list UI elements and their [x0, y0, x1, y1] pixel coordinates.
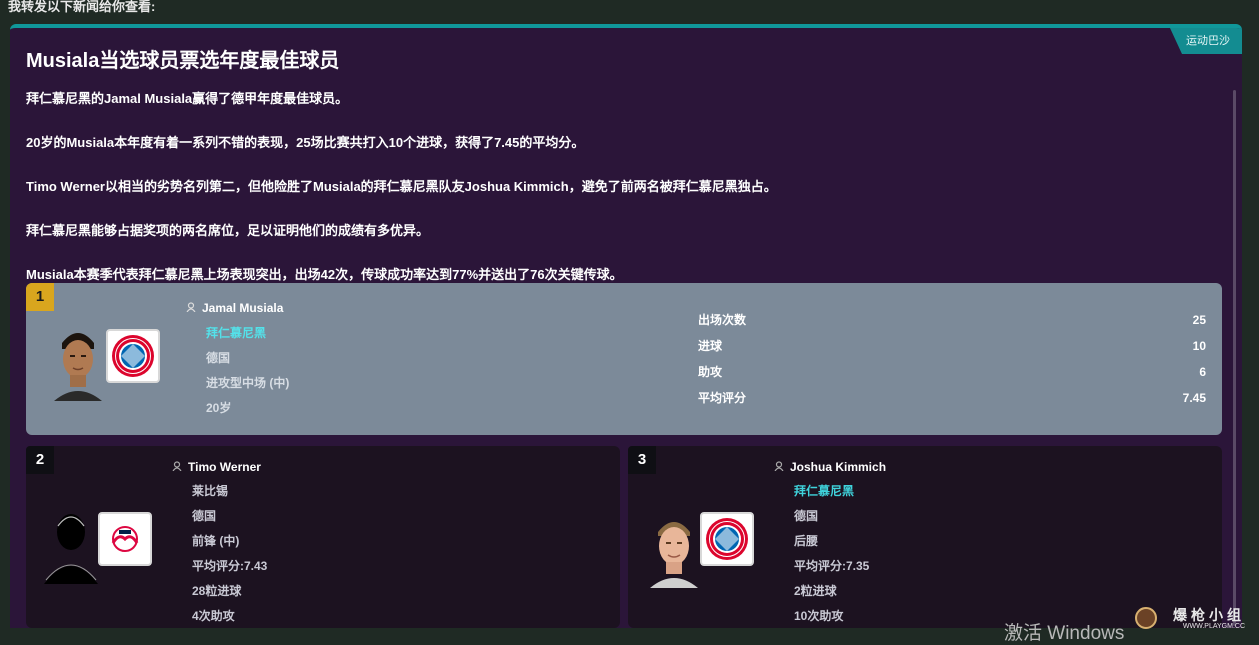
- headline: Musiala当选球员票选年度最佳球员: [26, 50, 340, 72]
- goals: 28粒进球: [192, 584, 242, 598]
- player-name[interactable]: Timo Werner: [172, 460, 261, 474]
- club-link[interactable]: 拜仁慕尼黑: [794, 479, 869, 504]
- site-url: WWW.PLAYGM.CC: [1182, 623, 1245, 630]
- stats-table: 出场次数 25 进球 10 助攻 6 平均评分 7.45: [698, 307, 1206, 411]
- paragraph: 拜仁慕尼黑能够占据奖项的两名席位，足以证明他们的成绩有多优异。: [26, 223, 430, 238]
- nation: 德国: [192, 509, 217, 523]
- bayern-crest-icon: [112, 335, 154, 377]
- person-icon: [172, 460, 182, 474]
- rank-badge: 3: [628, 446, 656, 474]
- assists: 4次助攻: [192, 609, 235, 623]
- runner-up-card[interactable]: 2 Timo Werner 莱比锡 德国 前锋 (中) 平均评分:7.43 28: [26, 446, 620, 628]
- player-name-text: Joshua Kimmich: [790, 460, 887, 474]
- rating: 平均评分:7.43: [192, 559, 268, 573]
- scrollbar[interactable]: [1233, 90, 1236, 626]
- assists: 10次助攻: [794, 609, 844, 623]
- player-info: 莱比锡 德国 前锋 (中) 平均评分:7.43 28粒进球 4次助攻: [192, 479, 267, 628]
- club-crest: [106, 329, 160, 383]
- club-crest: [700, 512, 754, 566]
- player-silhouette-icon: [44, 514, 98, 584]
- person-icon: [774, 460, 784, 474]
- ball-icon: [1135, 607, 1157, 629]
- player-name-text: Jamal Musiala: [202, 301, 284, 315]
- stat-value: 7.45: [1182, 391, 1206, 405]
- paragraph: 拜仁慕尼黑的Jamal Musiala赢得了德甲年度最佳球员。: [26, 91, 349, 106]
- player-info: 拜仁慕尼黑 德国 后腰 平均评分:7.35 2粒进球 10次助攻: [794, 479, 869, 628]
- stat-row: 助攻 6: [698, 359, 1206, 385]
- player-name[interactable]: Jamal Musiala: [186, 301, 283, 315]
- club[interactable]: 莱比锡: [192, 479, 267, 504]
- position: 后腰: [794, 534, 819, 548]
- stat-value: 25: [1192, 313, 1206, 327]
- position: 前锋 (中): [192, 534, 240, 548]
- stat-value: 6: [1199, 365, 1206, 379]
- club-crest: [98, 512, 152, 566]
- third-place-card[interactable]: 3 Joshua Kimmich 拜仁慕尼黑 德国 后腰 平均评分:7.35 2…: [628, 446, 1222, 628]
- source-tag: 运动巴沙: [1170, 28, 1242, 54]
- stat-row: 出场次数 25: [698, 307, 1206, 333]
- player-face-musiala: [52, 321, 104, 401]
- person-icon: [186, 301, 196, 315]
- site-logo: 爆枪小组 WWW.PLAYGM.CC: [1135, 605, 1251, 635]
- stat-label: 出场次数: [698, 313, 747, 327]
- position: 进攻型中场 (中): [206, 376, 290, 390]
- player-info: 拜仁慕尼黑 德国 进攻型中场 (中) 20岁: [206, 321, 289, 421]
- forward-note: 我转发以下新闻给你查看:: [8, 0, 156, 14]
- rating: 平均评分:7.35: [794, 559, 870, 573]
- winner-card[interactable]: 1 Jamal Musiala 拜仁慕尼黑 德国 进攻型中场 (中) 20岁 出…: [26, 283, 1222, 435]
- stat-row: 进球 10: [698, 333, 1206, 359]
- rank-badge: 1: [26, 283, 54, 311]
- stat-label: 平均评分: [698, 391, 747, 405]
- stat-label: 进球: [698, 339, 723, 353]
- leipzig-crest-icon: [111, 526, 139, 552]
- paragraph: 20岁的Musiala本年度有着一系列不错的表现，25场比赛共打入10个进球，获…: [26, 135, 585, 150]
- player-name-text: Timo Werner: [188, 460, 261, 474]
- nation: 德国: [206, 351, 231, 365]
- article-body: 拜仁慕尼黑的Jamal Musiala赢得了德甲年度最佳球员。 20岁的Musi…: [26, 88, 1206, 308]
- bayern-crest-icon: [706, 518, 748, 560]
- player-face-kimmich: [648, 508, 700, 588]
- news-panel: 运动巴沙 Musiala当选球员票选年度最佳球员 拜仁慕尼黑的Jamal Mus…: [10, 24, 1242, 628]
- nation: 德国: [794, 509, 819, 523]
- player-name[interactable]: Joshua Kimmich: [774, 460, 886, 474]
- goals: 2粒进球: [794, 584, 837, 598]
- paragraph: Timo Werner以相当的劣势名列第二，但他险胜了Musiala的拜仁慕尼黑…: [26, 179, 777, 194]
- stat-label: 助攻: [698, 365, 723, 379]
- club-link[interactable]: 拜仁慕尼黑: [206, 321, 289, 346]
- site-name: 爆枪小组: [1173, 607, 1245, 623]
- stat-row: 平均评分 7.45: [698, 385, 1206, 411]
- rank-badge: 2: [26, 446, 54, 474]
- stat-value: 10: [1192, 339, 1206, 353]
- age: 20岁: [206, 401, 232, 415]
